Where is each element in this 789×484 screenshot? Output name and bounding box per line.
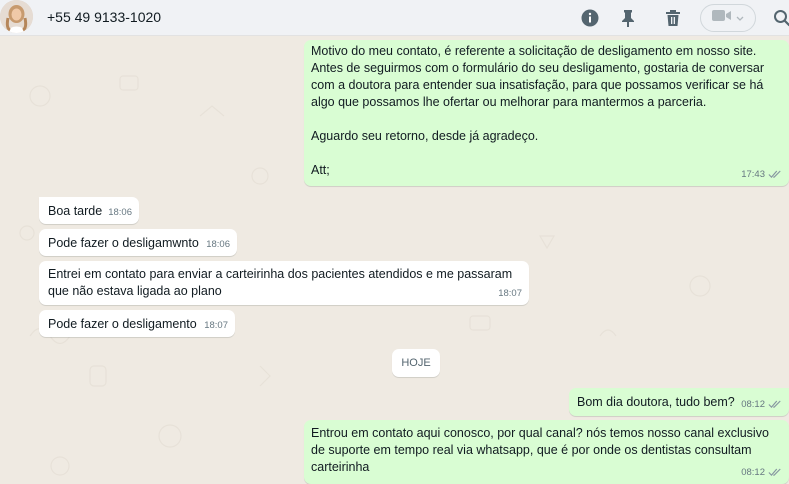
message-bubble-outgoing[interactable]: Bom dia doutora, tudo bem? 08:12 bbox=[569, 388, 789, 416]
message-bubble-incoming[interactable]: Pode fazer o desligamento 18:07 bbox=[39, 310, 235, 337]
message-meta: 18:07 bbox=[498, 285, 522, 302]
message-time: 18:06 bbox=[108, 207, 132, 218]
message-meta: 08:12 bbox=[741, 396, 782, 413]
search-icon[interactable] bbox=[771, 7, 789, 29]
video-call-button[interactable] bbox=[700, 4, 756, 32]
message-bubble-incoming[interactable]: Pode fazer o desligamwnto 18:06 bbox=[39, 229, 237, 256]
message-time: 18:07 bbox=[204, 320, 228, 331]
message-meta: 17:43 bbox=[741, 166, 782, 183]
message-bubble-outgoing[interactable]: Entrou em contato aqui conosco, por qual… bbox=[304, 420, 789, 484]
video-call-icon bbox=[712, 9, 732, 27]
chat-header: +55 49 9133-1020 bbox=[0, 0, 789, 36]
message-meta: 18:06 bbox=[206, 236, 230, 253]
trash-icon[interactable] bbox=[662, 7, 684, 29]
message-meta: 18:06 bbox=[108, 204, 132, 221]
message-text: Entrou em contato aqui conosco, por qual… bbox=[311, 426, 773, 474]
message-time: 18:06 bbox=[206, 239, 230, 250]
contact-name[interactable]: +55 49 9133-1020 bbox=[47, 9, 161, 25]
double-check-icon bbox=[768, 400, 781, 408]
message-meta: 08:12 bbox=[741, 464, 782, 481]
message-meta: 18:07 bbox=[204, 317, 228, 334]
info-icon[interactable] bbox=[579, 7, 601, 29]
message-text: Motivo do meu contato, é referente a sol… bbox=[311, 44, 765, 177]
pin-icon[interactable] bbox=[617, 7, 639, 29]
message-bubble-outgoing[interactable]: Motivo do meu contato, é referente a sol… bbox=[304, 40, 789, 186]
message-time: 08:12 bbox=[741, 467, 765, 478]
double-check-icon bbox=[768, 468, 781, 476]
avatar[interactable] bbox=[0, 0, 33, 33]
chevron-down-icon bbox=[736, 9, 744, 27]
message-time: 17:43 bbox=[741, 169, 765, 180]
double-check-icon bbox=[768, 170, 781, 178]
chat-panel[interactable]: Motivo do meu contato, é referente a sol… bbox=[0, 36, 789, 484]
day-divider: HOJE bbox=[392, 349, 440, 377]
message-bubble-incoming[interactable]: Entrei em contato para enviar a carteiri… bbox=[39, 261, 529, 305]
message-time: 18:07 bbox=[498, 288, 522, 299]
message-bubble-incoming[interactable]: Boa tarde 18:06 bbox=[39, 197, 139, 224]
message-time: 08:12 bbox=[741, 399, 765, 410]
message-text: Entrei em contato para enviar a carteiri… bbox=[48, 267, 516, 298]
